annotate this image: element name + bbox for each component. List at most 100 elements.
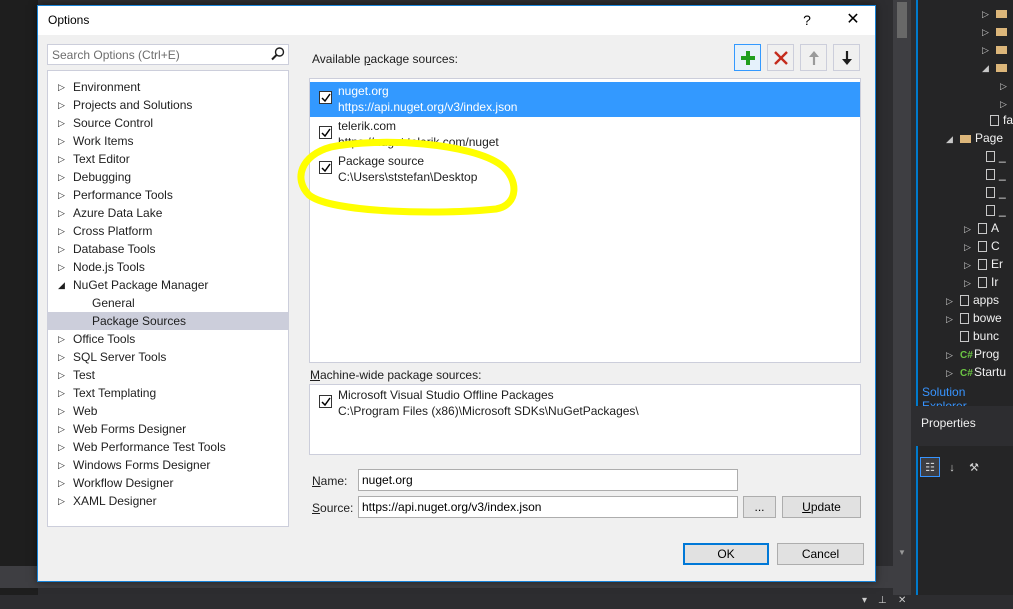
collapse-icon[interactable]: ◢ <box>946 130 960 148</box>
tree-item[interactable]: ▷ Web Forms Designer <box>48 420 288 438</box>
expand-icon[interactable]: ▷ <box>58 456 68 474</box>
tree-item[interactable]: ▷ Web <box>48 402 288 420</box>
alphabetical-icon[interactable]: ↓ <box>942 458 962 478</box>
tree-item[interactable]: ▷ Debugging <box>48 168 288 186</box>
expand-icon[interactable]: ▷ <box>946 364 960 382</box>
expand-icon[interactable]: ▷ <box>58 132 68 150</box>
tree-item[interactable]: ▷ Azure Data Lake <box>48 204 288 222</box>
tree-item[interactable]: ▷ Web Performance Test Tools <box>48 438 288 456</box>
help-button[interactable]: ? <box>798 10 816 30</box>
se-row[interactable]: ▷ bowe <box>946 309 1002 327</box>
tree-item[interactable]: General <box>48 294 288 312</box>
tree-item[interactable]: ▷ Workflow Designer <box>48 474 288 492</box>
search-input[interactable] <box>48 45 263 64</box>
expand-icon[interactable]: ▷ <box>964 220 978 238</box>
expand-icon[interactable]: ▷ <box>58 150 68 168</box>
se-row[interactable]: ◢ <box>982 58 1011 76</box>
add-source-button[interactable] <box>734 44 761 71</box>
source-item[interactable]: Package source C:\Users\ststefan\Desktop <box>310 152 860 187</box>
tree-item[interactable]: ▷ Environment <box>48 78 288 96</box>
tree-item[interactable]: ▷ Projects and Solutions <box>48 96 288 114</box>
tree-item[interactable]: ▷ Office Tools <box>48 330 288 348</box>
tree-item[interactable]: ▷ XAML Designer <box>48 492 288 510</box>
close-icon[interactable]: ✕ <box>898 595 906 606</box>
expand-icon[interactable]: ▷ <box>58 474 68 492</box>
source-item[interactable]: Microsoft Visual Studio Offline Packages… <box>310 386 860 421</box>
tree-item[interactable]: ▷ Windows Forms Designer <box>48 456 288 474</box>
expand-icon[interactable]: ▷ <box>946 292 960 310</box>
tree-item[interactable]: ▷ Text Templating <box>48 384 288 402</box>
scroll-down-icon[interactable]: ▼ <box>898 548 906 557</box>
expand-icon[interactable]: ▷ <box>58 186 68 204</box>
expand-icon[interactable]: ▷ <box>58 384 68 402</box>
tree-item[interactable]: ▷ Test <box>48 366 288 384</box>
move-down-button[interactable] <box>833 44 860 71</box>
se-row[interactable]: bunc <box>960 327 999 345</box>
wrench-icon[interactable]: ⚒ <box>964 458 984 478</box>
tree-item[interactable]: ◢ NuGet Package Manager <box>48 276 288 294</box>
scrollbar-thumb[interactable] <box>897 2 907 38</box>
move-up-button[interactable] <box>800 44 827 71</box>
expand-icon[interactable]: ▷ <box>58 438 68 456</box>
search-box[interactable] <box>47 44 289 65</box>
browse-button[interactable]: ... <box>743 496 776 518</box>
se-row[interactable]: ▷ <box>1000 94 1013 112</box>
collapse-icon[interactable]: ◢ <box>58 276 68 294</box>
scroll-down-icon[interactable]: ▾ <box>862 595 867 606</box>
remove-source-button[interactable] <box>767 44 794 71</box>
expand-icon[interactable]: ▷ <box>946 310 960 328</box>
editor-vertical-scrollbar[interactable]: ▼ <box>893 0 911 595</box>
se-row[interactable]: ▷ C#Startu <box>946 363 1006 381</box>
se-row[interactable]: ▷ <box>982 4 1011 22</box>
expand-icon[interactable]: ▷ <box>964 256 978 274</box>
source-item[interactable]: nuget.org https://api.nuget.org/v3/index… <box>310 82 860 117</box>
tree-item[interactable]: ▷ Source Control <box>48 114 288 132</box>
expand-icon[interactable]: ▷ <box>1000 77 1013 95</box>
tree-item[interactable]: ▷ Work Items <box>48 132 288 150</box>
expand-icon[interactable]: ▷ <box>58 402 68 420</box>
title-bar[interactable]: Options ? ✕ <box>38 6 875 35</box>
expand-icon[interactable]: ▷ <box>982 23 996 41</box>
search-icon[interactable] <box>270 46 286 63</box>
source-checkbox[interactable] <box>319 126 332 139</box>
expand-icon[interactable]: ▷ <box>982 41 996 59</box>
tree-item[interactable]: ▷ SQL Server Tools <box>48 348 288 366</box>
se-row[interactable]: ◢ Page <box>946 129 1003 147</box>
expand-icon[interactable]: ▷ <box>58 348 68 366</box>
expand-icon[interactable]: ▷ <box>982 5 996 23</box>
source-field[interactable] <box>358 496 738 518</box>
se-row[interactable]: ▷ A <box>964 219 999 237</box>
se-row[interactable]: ▷ C#Prog <box>946 345 999 363</box>
tree-item[interactable]: ▷ Text Editor <box>48 150 288 168</box>
se-row[interactable]: _ <box>986 147 1006 165</box>
se-row[interactable]: _ <box>986 201 1006 219</box>
update-button[interactable]: Update <box>782 496 861 518</box>
se-row[interactable]: ▷ C <box>964 237 1000 255</box>
se-row[interactable]: _ <box>986 183 1006 201</box>
source-checkbox[interactable] <box>319 161 332 174</box>
se-row[interactable]: ▷ Er <box>964 255 1003 273</box>
expand-icon[interactable]: ▷ <box>58 78 68 96</box>
expand-icon[interactable]: ▷ <box>58 240 68 258</box>
cancel-button[interactable]: Cancel <box>777 543 864 565</box>
se-row[interactable]: ▷ <box>982 22 1011 40</box>
expand-icon[interactable]: ▷ <box>964 274 978 292</box>
source-item[interactable]: telerik.com https://nuget.telerik.com/nu… <box>310 117 860 152</box>
source-checkbox[interactable] <box>319 91 332 104</box>
se-row[interactable]: fa <box>990 111 1013 129</box>
se-row[interactable]: ▷ apps <box>946 291 999 309</box>
se-row[interactable]: ▷ <box>1000 76 1013 94</box>
expand-icon[interactable]: ▷ <box>58 114 68 132</box>
expand-icon[interactable]: ▷ <box>58 168 68 186</box>
close-button[interactable]: ✕ <box>838 10 868 30</box>
expand-icon[interactable]: ▷ <box>964 238 978 256</box>
expand-icon[interactable]: ▷ <box>58 96 68 114</box>
expand-icon[interactable]: ▷ <box>946 346 960 364</box>
expand-icon[interactable]: ▷ <box>58 222 68 240</box>
tree-item[interactable]: ▷ Cross Platform <box>48 222 288 240</box>
categorized-icon[interactable]: ☷ <box>920 457 940 477</box>
expand-icon[interactable]: ▷ <box>58 258 68 276</box>
pin-icon[interactable]: ⊥ <box>878 595 887 606</box>
expand-icon[interactable]: ▷ <box>58 420 68 438</box>
se-row[interactable]: ▷ Ir <box>964 273 998 291</box>
